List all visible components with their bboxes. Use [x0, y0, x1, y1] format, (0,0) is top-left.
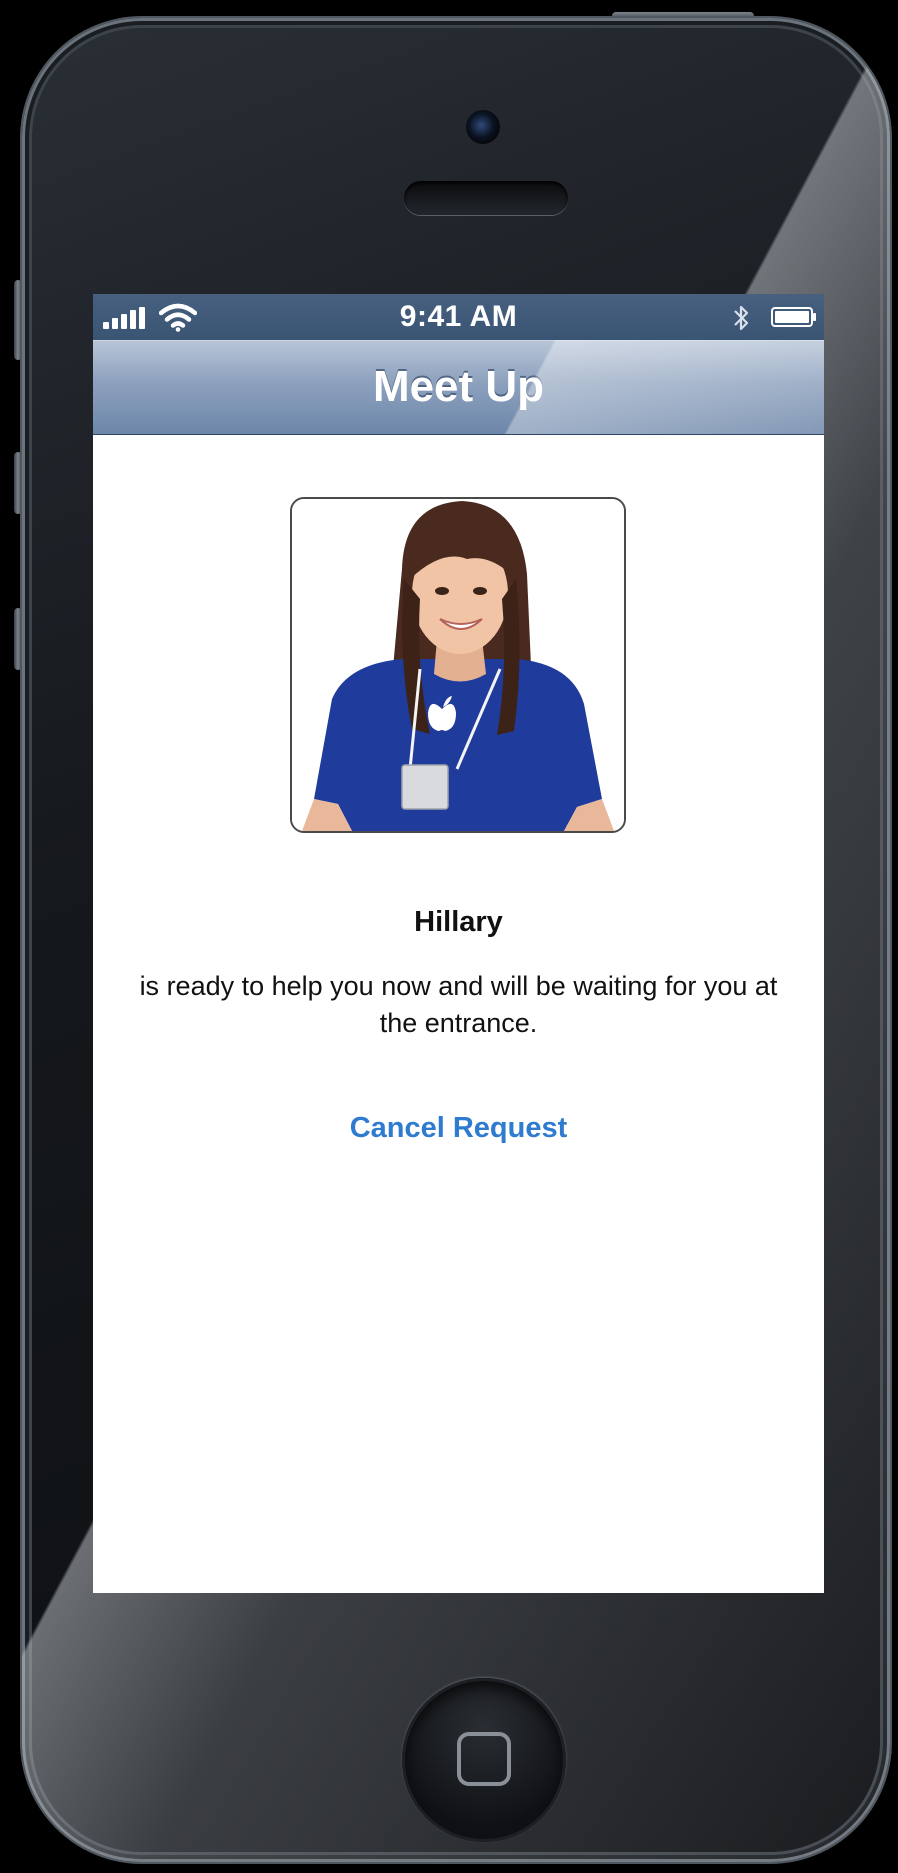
battery-icon: [771, 307, 816, 327]
specialist-message: is ready to help you now and will be wai…: [139, 971, 778, 1038]
volume-up-button: [14, 452, 22, 514]
nav-title: Meet Up: [372, 362, 545, 411]
home-square-icon: [457, 1732, 511, 1786]
navigation-bar: Meet Up: [93, 340, 824, 435]
status-time: 9:41 AM: [399, 300, 518, 333]
speaker-grille: [404, 181, 568, 215]
camera-icon: [466, 110, 500, 144]
status-bar: 9:41 AM: [93, 294, 824, 340]
bluetooth-icon: [734, 305, 749, 331]
screen: 9:41 AM Meet Up Hillary is ready to help…: [93, 294, 824, 1593]
volume-down-button: [14, 608, 22, 670]
mute-switch: [14, 280, 22, 360]
home-button[interactable]: [402, 1678, 566, 1842]
stage: 9:41 AM Meet Up Hillary is ready to help…: [0, 0, 898, 1873]
specialist-photo-illustration: [292, 499, 624, 831]
cancel-request-button[interactable]: Cancel Request: [308, 1106, 609, 1150]
specialist-name: Hillary: [414, 906, 503, 938]
specialist-photo: [290, 497, 626, 833]
